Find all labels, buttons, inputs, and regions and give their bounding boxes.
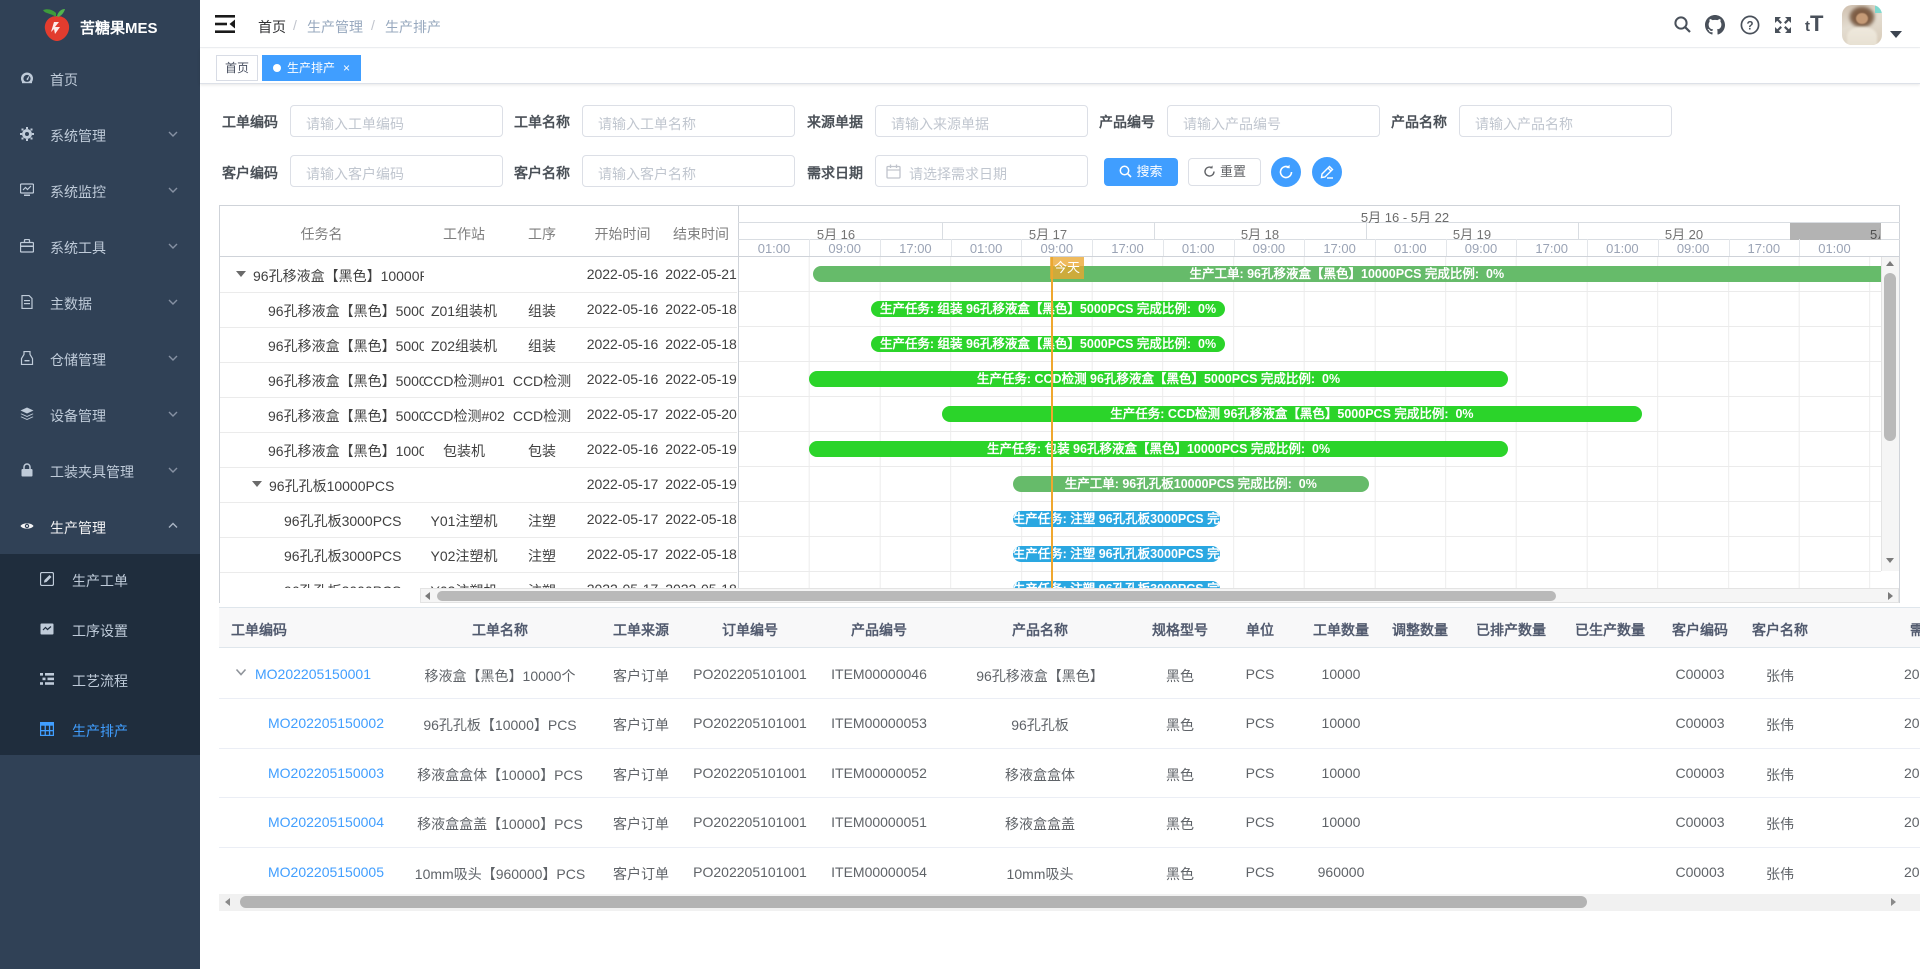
svg-text:?: ? <box>1746 20 1753 32</box>
